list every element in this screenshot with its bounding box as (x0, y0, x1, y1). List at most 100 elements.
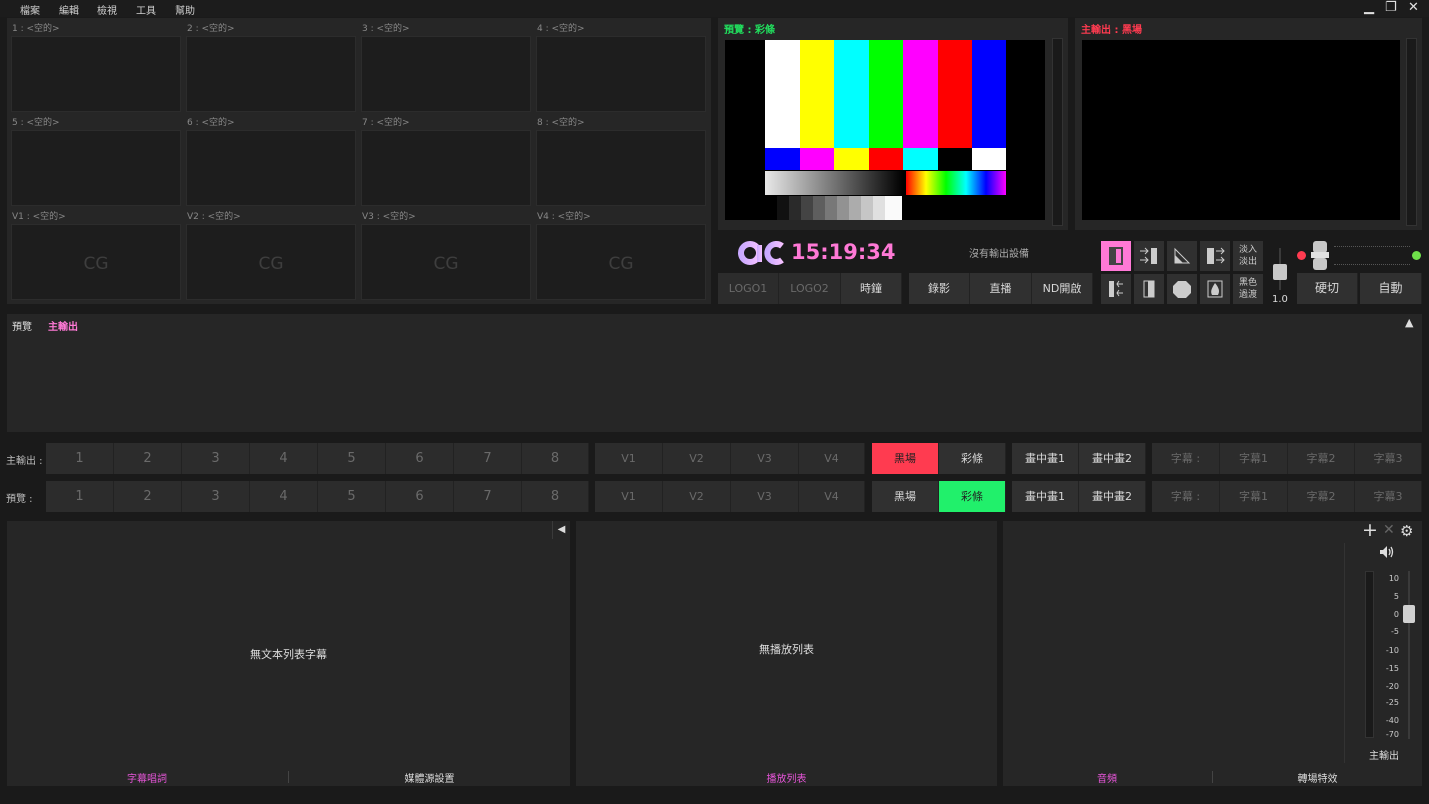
subtitle-panel: ◀ 無文本列表字幕 字幕唱詞 媒體源設置 (7, 521, 570, 786)
source-label: 1 : <空的> (12, 24, 60, 34)
menu-bar: 檔案 編輯 檢視 工具 幫助 ▁ ❐ ✕ (0, 0, 1429, 17)
add-icon[interactable]: + (1362, 519, 1378, 541)
remove-icon[interactable]: ✕ (1383, 522, 1395, 538)
tab-audio[interactable]: 音頻 (1003, 770, 1211, 785)
menu-help[interactable]: 幫助 (175, 2, 195, 17)
playlist-empty-message: 無播放列表 (759, 643, 814, 656)
record-button[interactable]: 錄影 (909, 273, 970, 304)
program-subtitle-3[interactable]: 字幕3 (1355, 443, 1422, 474)
program-source-8[interactable]: 8 (522, 443, 589, 474)
transition-duration-slider[interactable] (1272, 248, 1288, 290)
program-pip1-button[interactable]: 畫中畫1 (1012, 443, 1079, 474)
preview-subtitle-2[interactable]: 字幕2 (1288, 481, 1355, 512)
panel-toggle-icon[interactable]: ◀ (552, 521, 570, 539)
settings-icon[interactable]: ⚙ (1400, 522, 1413, 540)
timeline-tab-preview[interactable]: 預覽 (12, 318, 32, 333)
transition-flame[interactable] (1200, 274, 1230, 304)
menu-view[interactable]: 檢視 (97, 2, 117, 17)
program-source-v4[interactable]: V4 (799, 443, 865, 474)
source-slot-2[interactable] (186, 36, 356, 112)
preview-source-v4[interactable]: V4 (799, 481, 865, 512)
preview-pip2-button[interactable]: 畫中畫2 (1079, 481, 1146, 512)
source-slot-5[interactable] (11, 130, 181, 206)
preview-pip1-button[interactable]: 畫中畫1 (1012, 481, 1079, 512)
menu-file[interactable]: 檔案 (20, 2, 40, 17)
tab-playlist[interactable]: 播放列表 (576, 770, 997, 785)
timeline-tab-program[interactable]: 主輸出 (48, 318, 78, 333)
transition-diagonal[interactable] (1167, 241, 1197, 271)
auto-button[interactable]: 自動 (1360, 273, 1422, 304)
source-slot-v3[interactable]: CG (361, 224, 531, 300)
source-slot-6[interactable] (186, 130, 356, 206)
restore-icon[interactable]: ❐ (1385, 0, 1397, 15)
source-slot-v1[interactable]: CG (11, 224, 181, 300)
transition-iris[interactable] (1167, 274, 1197, 304)
program-source-4[interactable]: 4 (250, 443, 318, 474)
menu-edit[interactable]: 編輯 (59, 2, 79, 17)
source-slot-v4[interactable]: CG (536, 224, 706, 300)
preview-source-1[interactable]: 1 (46, 481, 114, 512)
program-source-3[interactable]: 3 (182, 443, 250, 474)
black-transition-button[interactable]: 黑色 過渡 (1233, 274, 1263, 304)
preview-source-8[interactable]: 8 (522, 481, 589, 512)
transition-wipe-left[interactable] (1101, 241, 1131, 271)
program-pip2-button[interactable]: 畫中畫2 (1079, 443, 1146, 474)
transition-door[interactable] (1134, 274, 1164, 304)
transition-push[interactable] (1134, 241, 1164, 271)
speaker-icon[interactable] (1379, 545, 1395, 559)
preview-bars-button[interactable]: 彩條 (939, 481, 1006, 512)
preview-source-v3[interactable]: V3 (731, 481, 799, 512)
program-source-v2[interactable]: V2 (663, 443, 731, 474)
source-slot-8[interactable] (536, 130, 706, 206)
source-slot-v2[interactable]: CG (186, 224, 356, 300)
cut-button[interactable]: 硬切 (1297, 273, 1358, 304)
source-slot-7[interactable] (361, 130, 531, 206)
master-volume-fader[interactable] (1403, 571, 1415, 739)
transition-split[interactable] (1101, 274, 1131, 304)
program-bars-button[interactable]: 彩條 (939, 443, 1006, 474)
source-slot-3[interactable] (361, 36, 531, 112)
source-slot-1[interactable] (11, 36, 181, 112)
t-bar-handle[interactable] (1311, 241, 1329, 270)
flame-icon (1207, 280, 1223, 298)
source-slot-4[interactable] (536, 36, 706, 112)
preview-subtitle-3[interactable]: 字幕3 (1355, 481, 1422, 512)
preview-source-3[interactable]: 3 (182, 481, 250, 512)
fade-transition-button[interactable]: 淡入 淡出 (1233, 241, 1263, 271)
preview-source-4[interactable]: 4 (250, 481, 318, 512)
program-source-2[interactable]: 2 (114, 443, 182, 474)
tab-subtitles[interactable]: 字幕唱詞 (7, 770, 287, 785)
preview-source-v2[interactable]: V2 (663, 481, 731, 512)
program-source-6[interactable]: 6 (386, 443, 454, 474)
program-source-v1[interactable]: V1 (595, 443, 663, 474)
program-subtitle-2[interactable]: 字幕2 (1288, 443, 1355, 474)
minimize-icon[interactable]: ▁ (1364, 0, 1374, 15)
transition-slide[interactable] (1200, 241, 1230, 271)
menu-tools[interactable]: 工具 (136, 2, 156, 17)
iris-icon (1173, 281, 1191, 298)
logo1-button[interactable]: LOGO1 (718, 273, 779, 304)
preview-black-button[interactable]: 黑場 (872, 481, 939, 512)
close-icon[interactable]: ✕ (1408, 0, 1419, 15)
program-source-1[interactable]: 1 (46, 443, 114, 474)
tab-media-source-settings[interactable]: 媒體源設置 (289, 770, 570, 785)
preview-subtitle-1[interactable]: 字幕1 (1220, 481, 1288, 512)
preview-source-v1[interactable]: V1 (595, 481, 663, 512)
source-label: 2 : <空的> (187, 24, 235, 34)
preview-source-5[interactable]: 5 (318, 481, 386, 512)
live-stream-button[interactable]: 直播 (970, 273, 1032, 304)
collapse-up-icon[interactable]: ▲ (1405, 316, 1413, 329)
program-source-5[interactable]: 5 (318, 443, 386, 474)
preview-source-7[interactable]: 7 (454, 481, 522, 512)
logo2-button[interactable]: LOGO2 (779, 273, 841, 304)
clock-overlay-button[interactable]: 時鐘 (841, 273, 902, 304)
program-source-7[interactable]: 7 (454, 443, 522, 474)
tab-transition-effects[interactable]: 轉場特效 (1213, 770, 1422, 785)
program-black-button[interactable]: 黑場 (872, 443, 939, 474)
subtitle-empty-message: 無文本列表字幕 (250, 648, 327, 661)
preview-source-2[interactable]: 2 (114, 481, 182, 512)
preview-source-6[interactable]: 6 (386, 481, 454, 512)
program-source-v3[interactable]: V3 (731, 443, 799, 474)
program-subtitle-1[interactable]: 字幕1 (1220, 443, 1288, 474)
ndi-toggle-button[interactable]: ND開啟 (1032, 273, 1093, 304)
